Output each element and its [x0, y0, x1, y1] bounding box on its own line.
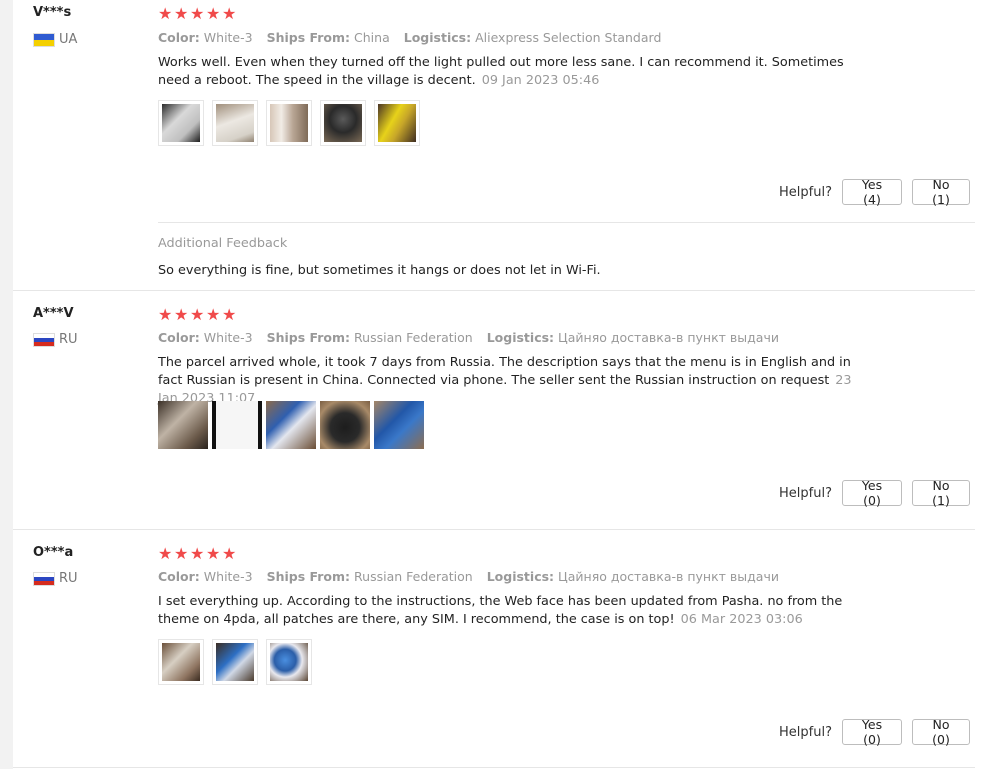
star-icon: ★: [206, 4, 221, 23]
helpful-row: Helpful? Yes (0) No (1): [779, 478, 970, 508]
star-rating: ★ ★ ★ ★ ★: [158, 307, 237, 323]
country-code: RU: [59, 332, 78, 347]
review-item: A***V RU ★ ★ ★ ★ ★ Color: White-3 Ships …: [13, 290, 975, 530]
review-photos: [158, 639, 312, 685]
helpful-label: Helpful?: [779, 184, 832, 200]
review-text: Works well. Even when they turned off th…: [158, 55, 844, 88]
star-rating: ★ ★ ★ ★ ★: [158, 6, 237, 22]
attr-logistics: Logistics: Aliexpress Selection Standard: [403, 30, 662, 45]
star-icon: ★: [222, 305, 237, 324]
star-icon: ★: [222, 4, 237, 23]
review-photos: [158, 100, 420, 146]
sku-attributes: Color: White-3 Ships From: China Logisti…: [158, 30, 661, 45]
reviewer-name: O***a: [33, 545, 74, 560]
attr-ships-from: Ships From: Russian Federation: [266, 330, 473, 345]
helpful-row: Helpful? Yes (4) No (1): [779, 177, 970, 207]
attr-color: Color: White-3: [158, 569, 253, 584]
attr-logistics: Logistics: Цайняо доставка-в пункт выдач…: [486, 569, 779, 584]
star-icon: ★: [206, 544, 221, 563]
helpful-yes-button[interactable]: Yes (0): [842, 717, 902, 747]
review-photo[interactable]: [320, 401, 370, 449]
review-date: 09 Jan 2023 05:46: [481, 73, 600, 88]
reviewer-name: A***V: [33, 306, 74, 321]
helpful-no-button[interactable]: No (1): [912, 177, 970, 207]
star-icon: ★: [190, 305, 205, 324]
russia-flag-icon: [33, 571, 55, 586]
review-photo[interactable]: [158, 639, 204, 685]
review-photo[interactable]: [158, 401, 208, 449]
star-icon: ★: [158, 305, 173, 324]
review-item: V***s UA ★ ★ ★ ★ ★ Color: White-3 Ships …: [13, 0, 975, 290]
star-icon: ★: [190, 4, 205, 23]
helpful-yes-button[interactable]: Yes (4): [842, 177, 902, 207]
attr-color: Color: White-3: [158, 30, 253, 45]
star-icon: ★: [174, 544, 189, 563]
helpful-yes-button[interactable]: Yes (0): [842, 478, 902, 508]
star-icon: ★: [190, 544, 205, 563]
attr-ships-from: Ships From: Russian Federation: [266, 569, 473, 584]
helpful-label: Helpful?: [779, 724, 832, 740]
left-rail: [0, 0, 13, 769]
reviewer-country: UA: [33, 32, 77, 47]
sku-attributes: Color: White-3 Ships From: Russian Feder…: [158, 330, 779, 345]
review-photo[interactable]: [212, 401, 262, 449]
star-icon: ★: [222, 544, 237, 563]
review-photo[interactable]: [374, 100, 420, 146]
ukraine-flag-icon: [33, 32, 55, 47]
star-rating: ★ ★ ★ ★ ★: [158, 546, 237, 562]
review-photo[interactable]: [374, 401, 424, 449]
helpful-row: Helpful? Yes (0) No (0): [779, 717, 970, 747]
review-photo[interactable]: [266, 401, 316, 449]
review-text: I set everything up. According to the in…: [158, 594, 843, 627]
country-code: UA: [59, 32, 78, 47]
reviewer-country: RU: [33, 571, 78, 586]
star-icon: ★: [174, 4, 189, 23]
attr-color: Color: White-3: [158, 330, 253, 345]
star-icon: ★: [174, 305, 189, 324]
country-code: RU: [59, 571, 78, 586]
star-icon: ★: [206, 305, 221, 324]
review-text: The parcel arrived whole, it took 7 days…: [158, 355, 852, 406]
review-photo[interactable]: [266, 100, 312, 146]
review-date: 06 Mar 2023 03:06: [680, 612, 803, 627]
star-icon: ★: [158, 4, 173, 23]
additional-feedback-text: So everything is fine, but sometimes it …: [158, 263, 601, 278]
review-photo[interactable]: [212, 100, 258, 146]
review-photo[interactable]: [212, 639, 258, 685]
star-icon: ★: [158, 544, 173, 563]
review-item: O***a RU ★ ★ ★ ★ ★ Color: White-3 Ships …: [13, 529, 975, 768]
additional-feedback-title: Additional Feedback: [158, 236, 288, 251]
helpful-label: Helpful?: [779, 485, 832, 501]
attr-logistics: Logistics: Цайняо доставка-в пункт выдач…: [486, 330, 779, 345]
review-photos: [158, 401, 424, 449]
attr-ships-from: Ships From: China: [266, 30, 390, 45]
helpful-no-button[interactable]: No (1): [912, 478, 970, 508]
reviewer-name: V***s: [33, 5, 72, 20]
review-photo[interactable]: [320, 100, 366, 146]
review-photo[interactable]: [158, 100, 204, 146]
reviewer-country: RU: [33, 332, 78, 347]
russia-flag-icon: [33, 332, 55, 347]
review-photo[interactable]: [266, 639, 312, 685]
helpful-no-button[interactable]: No (0): [912, 717, 970, 747]
sku-attributes: Color: White-3 Ships From: Russian Feder…: [158, 569, 779, 584]
additional-feedback-divider: [158, 222, 975, 223]
review-divider: [13, 767, 975, 768]
